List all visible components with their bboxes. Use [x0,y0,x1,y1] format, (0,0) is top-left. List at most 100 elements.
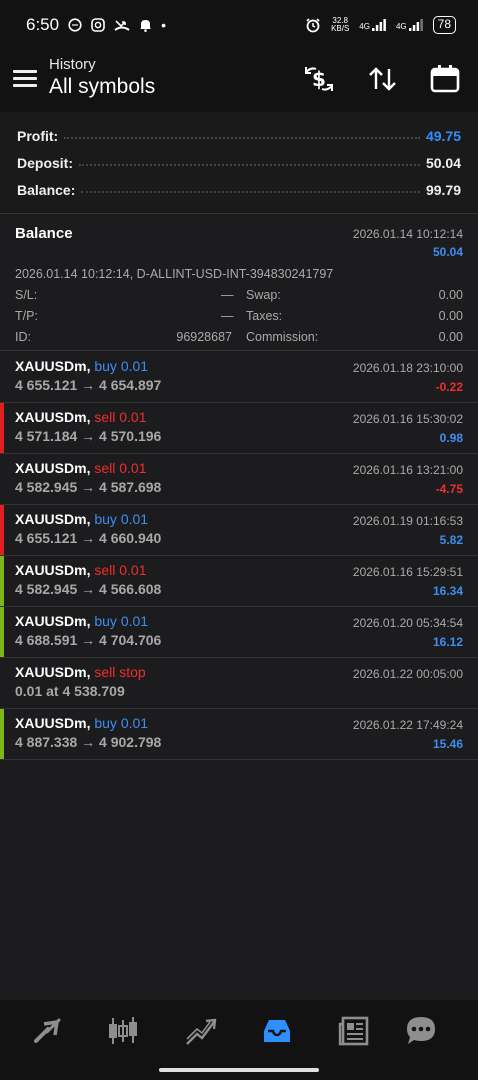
calendar-icon[interactable] [429,64,461,94]
trade-prices: 4 655.121 → 4 660.940 [15,530,162,546]
trade-profit: -4.75 [435,482,463,496]
sl-value: — [221,288,234,302]
trade-symbol: XAUUSDm, sell 0.01 [15,460,147,476]
trade-date: 2026.01.22 00:05:00 [352,667,463,681]
trade-row-marker [0,556,4,606]
id-value: 96928687 [176,330,232,344]
history-icon[interactable] [260,1014,294,1048]
trade-prices: 0.01 at 4 538.709 [15,683,125,699]
clock: 6:50 [26,15,60,34]
balance-entry[interactable]: Balance 2026.01.14 10:12:14 50.04 2026.0… [0,215,478,351]
trade-symbol: XAUUSDm, buy 0.01 [15,613,148,629]
trade-row[interactable]: XAUUSDm, sell 0.01 4 571.184 → 4 570.196… [0,403,478,454]
app-bar: History All symbols $ [0,50,478,112]
trade-row-marker [0,709,4,759]
notification-bell-icon [140,20,152,32]
more-notifications-dot: • [161,17,166,33]
home-indicator[interactable] [159,1068,319,1072]
gesture-bar [0,1060,478,1080]
network-speed: 32.8 KB/S [331,17,349,33]
instagram-icon [91,18,105,32]
status-bar-left: 6:50 • [26,15,166,35]
trade-side: buy 0.01 [94,613,149,629]
trade-row[interactable]: XAUUSDm, buy 0.01 4 887.338 → 4 902.798 … [0,709,478,760]
chart-icon[interactable] [106,1014,140,1048]
symbol-name: XAUUSDm, [15,664,91,680]
app-bar-titles: History All symbols [49,56,155,99]
trade-symbol: XAUUSDm, sell stop [15,664,146,680]
trade-prices: 4 582.945 → 4 566.608 [15,581,162,597]
trade-profit: 15.46 [432,737,463,751]
trade-date: 2026.01.16 15:30:02 [352,412,463,426]
trade-row[interactable]: XAUUSDm, sell stop 0.01 at 4 538.709 202… [0,658,478,709]
trade-date: 2026.01.16 15:29:51 [352,565,463,579]
messages-icon[interactable] [404,1014,438,1048]
sl-label: S/L: [15,288,38,302]
balance-entry-amount: 50.04 [432,245,463,259]
trade-prices: 4 571.184 → 4 570.196 [15,428,162,444]
network-type-2: 4G [395,22,407,31]
trade-row-marker [0,403,4,453]
svg-text:$: $ [312,67,326,91]
balance-label: Balance: [17,182,76,198]
profit-label: Profit: [17,128,59,144]
trade-row[interactable]: XAUUSDm, buy 0.01 4 688.591 → 4 704.706 … [0,607,478,658]
swap-label: Swap: [246,288,281,302]
trade-row-marker [0,505,4,555]
trade-date: 2026.01.16 13:21:00 [352,463,463,477]
account-summary: Profit: 49.75 Deposit: 50.04 Balance: 99… [0,112,478,214]
trade-side: sell 0.01 [94,409,147,425]
symbol-name: XAUUSDm, [15,715,91,731]
trade-row[interactable]: XAUUSDm, sell 0.01 4 582.945 → 4 566.608… [0,556,478,607]
swap-value: 0.00 [438,288,463,302]
summary-row-balance: Balance: 99.79 [17,179,461,201]
trade-profit: 16.34 [432,584,463,598]
bottom-navigation [0,1000,478,1060]
symbol-name: XAUUSDm, [15,562,91,578]
trade-date: 2026.01.22 17:49:24 [352,718,463,732]
trade-profit: 16.12 [432,635,463,649]
trade-symbol: XAUUSDm, buy 0.01 [15,358,148,374]
page-title[interactable]: All symbols [49,75,155,99]
tp-label: T/P: [15,309,38,323]
trade-profit: 5.82 [439,533,463,547]
summary-row-profit: Profit: 49.75 [17,125,461,147]
sort-icon[interactable] [367,64,399,94]
status-bar: 6:50 • 32.8 KB/S 4G 4G 78 [0,0,478,50]
symbol-name: XAUUSDm, [15,613,91,629]
deposit-value: 50.04 [425,155,461,171]
trade-date: 2026.01.18 23:10:00 [352,361,463,375]
battery-icon: 78 [432,16,456,34]
network-speed-unit: KB/S [331,24,350,33]
quotes-icon[interactable] [31,1014,65,1048]
signal-1: 4G [359,19,386,31]
trade-side: sell 0.01 [94,562,147,578]
currency-exchange-icon[interactable]: $ [303,64,335,94]
balance-entry-title: Balance [15,225,73,242]
trade-side: sell 0.01 [94,460,147,476]
trade-row[interactable]: XAUUSDm, sell 0.01 4 582.945 → 4 587.698… [0,454,478,505]
tp-value: — [221,309,234,323]
symbol-name: XAUUSDm, [15,511,91,527]
profit-value: 49.75 [425,128,461,144]
signal-icon [408,19,423,31]
balance-entry-description: 2026.01.14 10:12:14, D-ALLINT-USD-INT-39… [15,267,334,281]
news-icon[interactable] [337,1014,371,1048]
deposit-label: Deposit: [17,155,73,171]
taxes-value: 0.00 [438,309,463,323]
signal-icon [371,19,386,31]
trade-row[interactable]: XAUUSDm, buy 0.01 4 655.121 → 4 654.897 … [0,352,478,403]
page-subtitle: History [49,56,96,73]
trade-prices: 4 887.338 → 4 902.798 [15,734,162,750]
trade-side: buy 0.01 [94,715,149,731]
trade-row[interactable]: XAUUSDm, buy 0.01 4 655.121 → 4 660.940 … [0,505,478,556]
taxes-label: Taxes: [246,309,283,323]
menu-icon[interactable] [13,70,37,88]
trade-symbol: XAUUSDm, buy 0.01 [15,511,148,527]
trade-prices: 4 688.591 → 4 704.706 [15,632,162,648]
trade-prices: 4 582.945 → 4 587.698 [15,479,162,495]
balance-entry-date: 2026.01.14 10:12:14 [352,227,463,241]
trade-symbol: XAUUSDm, sell 0.01 [15,409,147,425]
trade-icon[interactable] [184,1014,218,1048]
trade-side: buy 0.01 [94,511,149,527]
